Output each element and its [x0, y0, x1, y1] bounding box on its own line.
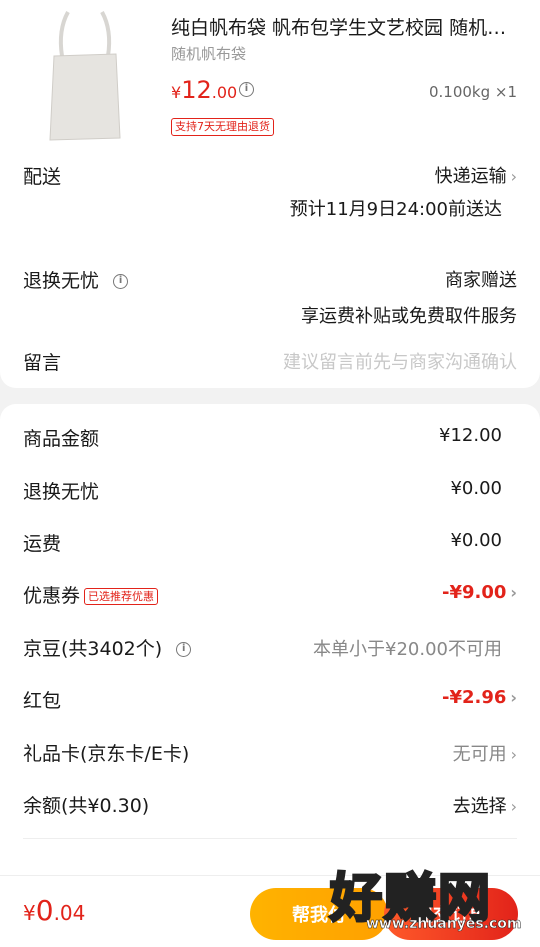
balance-value[interactable]: 去选择 › [453, 792, 517, 818]
freight-label: 运费 [23, 533, 62, 555]
total-amount: ¥0.04 [23, 894, 86, 927]
message-label: 留言 [23, 352, 62, 374]
product-spec: 随机帆布袋 [171, 45, 247, 63]
chevron-right-icon: › [510, 583, 517, 602]
coupon-tag: 已选推荐优惠 [84, 588, 159, 605]
red-packet-label: 红包 [23, 690, 62, 712]
goods-amount-label: 商品金额 [23, 428, 100, 450]
order-item-card: 纯白帆布袋 帆布包学生文艺校园 随机… 随机帆布袋 ¥12.00 i 0.100… [0, 0, 540, 388]
product-image[interactable] [44, 10, 126, 144]
chevron-right-icon: › [510, 688, 517, 707]
coupon-label: 优惠券 已选推荐优惠 [23, 581, 159, 608]
gift-card-label: 礼品卡(京东卡/E卡) [23, 743, 190, 765]
jingdou-value: 本单小于¥20.00不可用 [313, 639, 502, 660]
product-title[interactable]: 纯白帆布袋 帆布包学生文艺校园 随机… [171, 13, 523, 40]
freight-value: ¥0.00 [450, 530, 502, 551]
product-weight-quantity: 0.100kg ×1 [428, 83, 517, 101]
worry-free-fee-label: 退换无忧 [23, 481, 100, 503]
shipping-label: 配送 [23, 166, 62, 188]
worry-free-value: 商家赠送 [445, 270, 517, 291]
chevron-right-icon: › [510, 797, 517, 816]
gift-card-value[interactable]: 无可用 › [453, 740, 517, 766]
worry-free-fee-value: ¥0.00 [450, 478, 502, 499]
info-icon[interactable]: i [176, 642, 192, 657]
chevron-right-icon: › [510, 167, 517, 186]
divider [23, 838, 517, 839]
return-policy-badge: 支持7天无理由退货 [171, 118, 274, 136]
worry-free-desc: 享运费补贴或免费取件服务 [301, 306, 517, 327]
pay-for-me-button[interactable]: 帮我付 [250, 888, 388, 940]
chevron-right-icon: › [510, 745, 517, 764]
fee-summary-card: 商品金额 ¥12.00 退换无忧 ¥0.00 运费 ¥0.00 优惠券 已选推荐优… [0, 404, 540, 947]
checkout-bar: ¥0.04 帮我付 提交订单 [0, 875, 540, 947]
goods-amount-value: ¥12.00 [439, 425, 502, 446]
shipping-method[interactable]: 快递运输 › [435, 162, 517, 188]
submit-order-button[interactable]: 提交订单 [384, 888, 518, 940]
jingdou-label: 京豆(共3402个) i [23, 634, 192, 661]
shipping-eta: 预计11月9日24:00前送达 [289, 199, 502, 220]
red-packet-value[interactable]: -¥2.96 › [442, 687, 517, 708]
worry-free-label: 退换无忧 i [23, 266, 129, 293]
message-input[interactable]: 建议留言前先与商家沟通确认 [283, 348, 517, 374]
product-price: ¥12.00 [171, 76, 238, 104]
price-info-icon[interactable]: i [239, 82, 254, 97]
balance-label: 余额(共¥0.30) [23, 795, 150, 817]
coupon-value[interactable]: -¥9.00 › [442, 582, 517, 603]
info-icon[interactable]: i [113, 274, 129, 289]
